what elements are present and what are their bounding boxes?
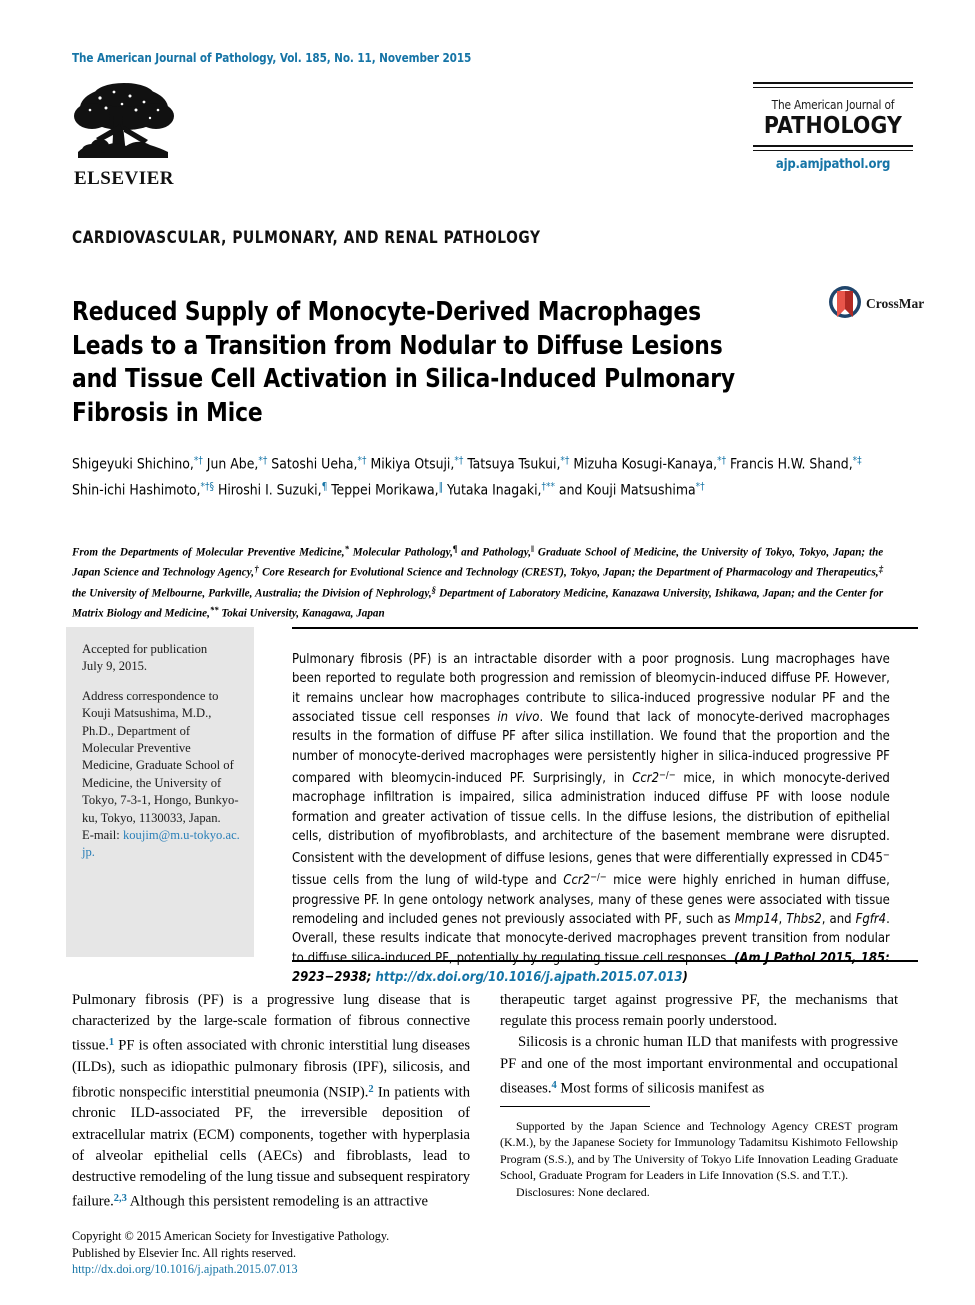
page-title: Reduced Supply of Monocyte-Derived Macro…: [72, 297, 736, 428]
accepted-block: Accepted for publication July 9, 2015.: [82, 641, 240, 676]
footnote-rule: [500, 1106, 650, 1107]
abstract-text: Pulmonary fibrosis (PF) is an intractabl…: [292, 651, 890, 985]
crossmark-label: CrossMark: [866, 296, 924, 311]
correspondence-text: Address correspondence to Kouji Matsushi…: [82, 688, 239, 825]
journal-masthead: The American Journal of PATHOLOGY ajp.am…: [753, 82, 913, 172]
body-paragraph: therapeutic target against progressive P…: [500, 992, 898, 1030]
abstract-rule-top: [292, 627, 918, 629]
disclosures-statement: Disclosures: None declared.: [516, 1184, 650, 1199]
accepted-date: July 9, 2015.: [82, 659, 148, 674]
body-column-right: therapeutic target against progressive P…: [500, 990, 898, 1100]
article-meta-sidebar: Accepted for publication July 9, 2015. A…: [66, 627, 254, 957]
body-column-left: Pulmonary fibrosis (PF) is a progressive…: [72, 990, 470, 1213]
doi-link[interactable]: http://dx.doi.org/10.1016/j.ajpath.2015.…: [72, 1261, 492, 1278]
accepted-label: Accepted for publication: [82, 642, 208, 656]
body-paragraph: Pulmonary fibrosis (PF) is a progressive…: [72, 992, 470, 1210]
masthead-rule-top: [753, 82, 913, 88]
masthead-rule-bottom: [753, 144, 913, 151]
copyright-line-1: Copyright © 2015 American Society for In…: [72, 1229, 390, 1243]
journal-url-link[interactable]: ajp.amjpathol.org: [753, 157, 913, 172]
copyright-block: Copyright © 2015 American Society for In…: [72, 1228, 492, 1278]
support-statement: Supported by the Japan Science and Techn…: [500, 1119, 898, 1183]
elsevier-tree-logo: ELSEVIER: [70, 80, 178, 192]
running-head: The American Journal of Pathology, Vol. …: [72, 50, 472, 65]
affiliations: From the Departments of Molecular Preven…: [72, 544, 884, 620]
crossmark-badge-icon: [829, 286, 861, 318]
author-list: Shigeyuki Shichino,*† Jun Abe,*† Satoshi…: [72, 455, 862, 499]
section-kicker: CARDIOVASCULAR, PULMONARY, AND RENAL PAT…: [72, 228, 541, 247]
crossmark-badge[interactable]: CrossMark: [828, 283, 924, 323]
journal-name-small: The American Journal of: [771, 96, 895, 112]
copyright-line-2: Published by Elsevier Inc. All rights re…: [72, 1245, 297, 1260]
journal-article-page: The American Journal of Pathology, Vol. …: [0, 0, 975, 1305]
body-paragraph: Silicosis is a chronic human ILD that ma…: [500, 1034, 898, 1097]
correspondence-block: Address correspondence to Kouji Matsushi…: [82, 688, 240, 862]
email-label: E-mail:: [82, 828, 120, 843]
footnote-block: Supported by the Japan Science and Techn…: [500, 1118, 898, 1200]
elsevier-wordmark: ELSEVIER: [74, 168, 174, 189]
journal-name-main: PATHOLOGY: [763, 110, 903, 139]
